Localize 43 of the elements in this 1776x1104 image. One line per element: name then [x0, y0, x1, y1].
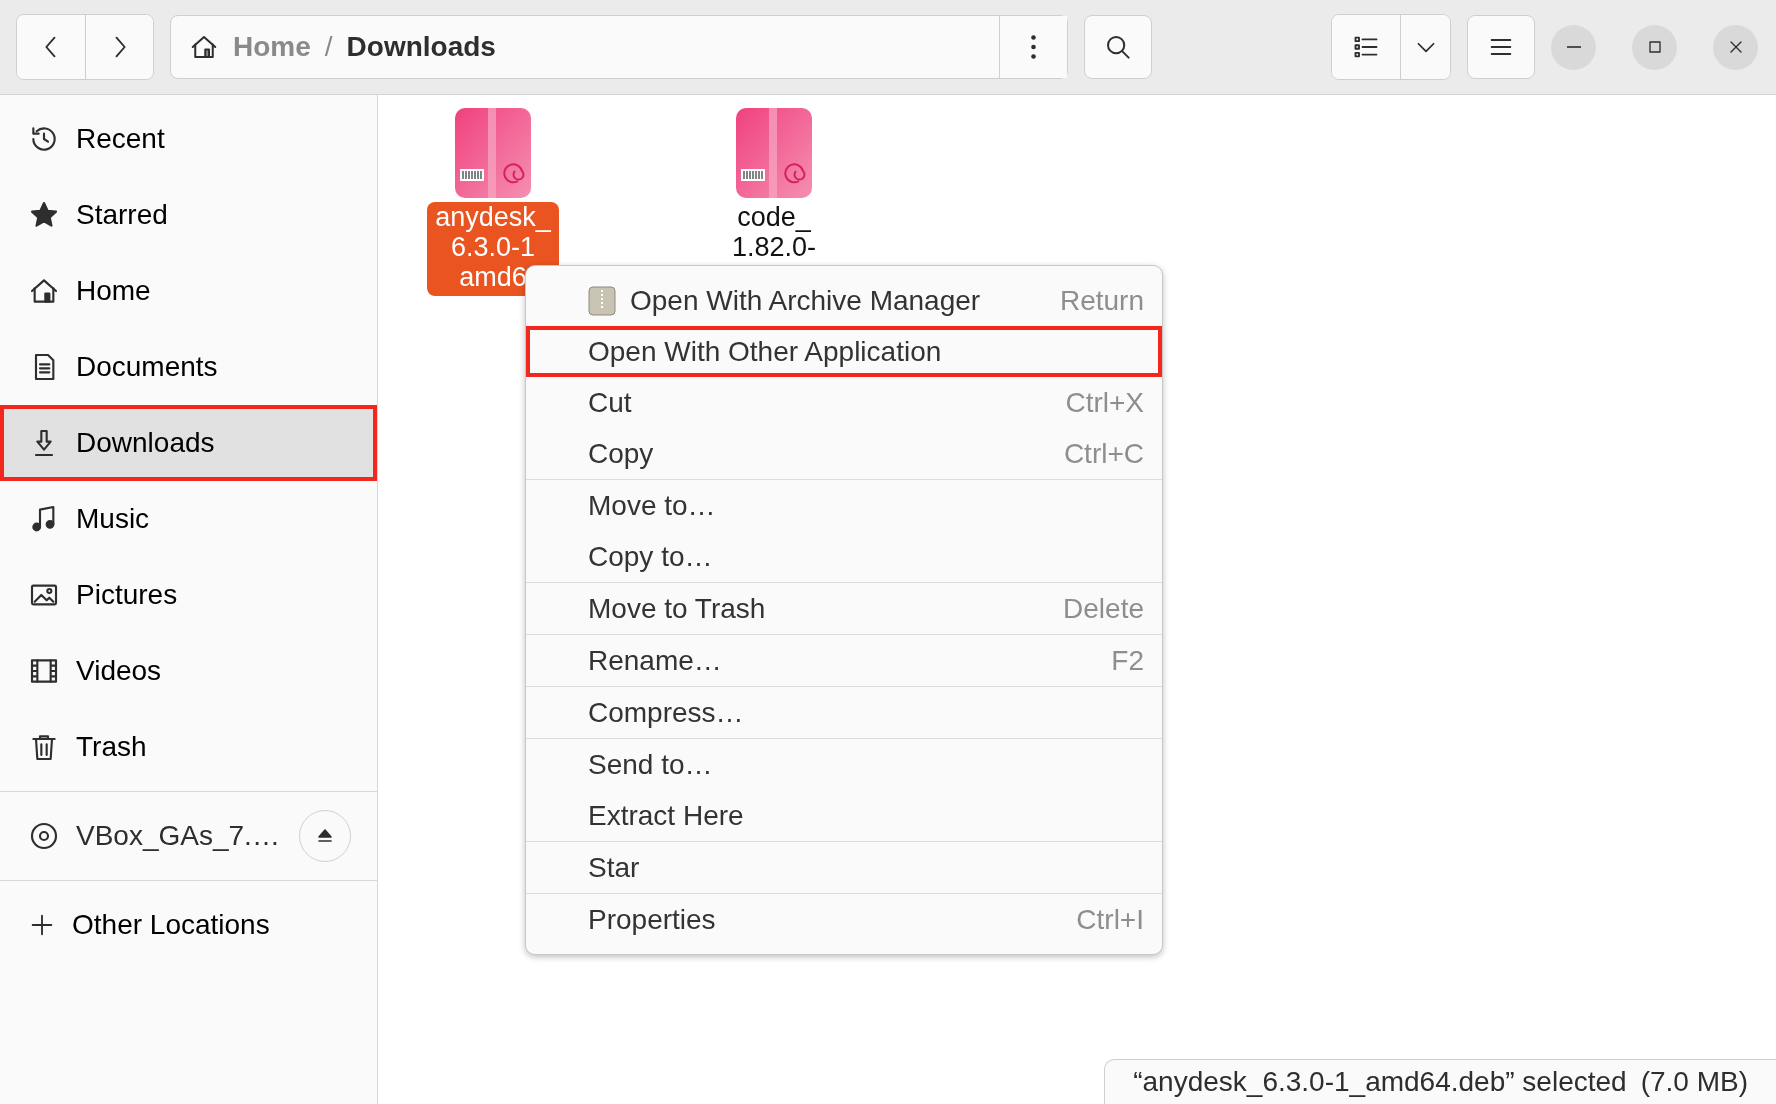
archive-icon — [588, 285, 616, 316]
sidebar-item[interactable]: Home — [0, 253, 377, 329]
status-size: (7.0 MB) — [1640, 1066, 1748, 1098]
package-icon — [454, 107, 532, 199]
forward-button[interactable] — [85, 15, 153, 79]
sidebar-item[interactable]: Videos — [0, 633, 377, 709]
file-name: anydesk_ 6.3.0-1 amd6 — [427, 202, 559, 296]
device-label: VBox_GAs_7.… — [76, 820, 280, 852]
menu-item[interactable]: Move to… — [526, 480, 1162, 531]
status-text: “anydesk_6.3.0-1_amd64.deb” selected — [1133, 1066, 1627, 1098]
menu-item[interactable]: Send to… — [526, 739, 1162, 790]
sidebar-item[interactable]: Recent — [0, 101, 377, 177]
close-button[interactable] — [1713, 24, 1758, 70]
maximize-button[interactable] — [1632, 24, 1677, 70]
sidebar-item[interactable]: Trash — [0, 709, 377, 785]
menu-item[interactable]: Compress… — [526, 687, 1162, 738]
sidebar-item[interactable]: Documents — [0, 329, 377, 405]
menu-item[interactable]: Extract Here — [526, 790, 1162, 841]
menu-item[interactable]: Cut Ctrl+X — [526, 377, 1162, 428]
menu-item[interactable]: Copy Ctrl+C — [526, 428, 1162, 479]
menu-item[interactable]: Open With Other Application — [526, 326, 1162, 377]
path-crumb[interactable]: Downloads — [346, 31, 496, 63]
menu-item[interactable]: Copy to… — [526, 531, 1162, 582]
package-icon — [735, 107, 813, 199]
menu-item[interactable]: Move to Trash Delete — [526, 583, 1162, 634]
minimize-icon — [1566, 46, 1581, 48]
menu-item[interactable]: Rename… F2 — [526, 635, 1162, 686]
file-name: code_ 1.82.0- — [730, 202, 818, 264]
menu-button[interactable] — [1467, 15, 1535, 79]
sidebar-item[interactable]: Starred — [0, 177, 377, 253]
disc-icon — [28, 820, 60, 852]
search-button[interactable] — [1084, 15, 1152, 79]
menu-item[interactable]: Star — [526, 842, 1162, 893]
eject-button[interactable] — [299, 810, 351, 862]
path-separator: / — [324, 31, 333, 63]
kebab-icon — [1031, 35, 1036, 59]
sidebar-item[interactable]: VBox_GAs_7.… — [0, 798, 377, 874]
menu-item[interactable]: Properties Ctrl+I — [526, 894, 1162, 945]
sidebar-item[interactable]: Other Locations — [0, 887, 377, 963]
sidebar-item[interactable]: Downloads — [0, 405, 377, 481]
sidebar-item[interactable]: Pictures — [0, 557, 377, 633]
more-button[interactable] — [999, 16, 1067, 78]
sidebar-item[interactable]: Music — [0, 481, 377, 557]
